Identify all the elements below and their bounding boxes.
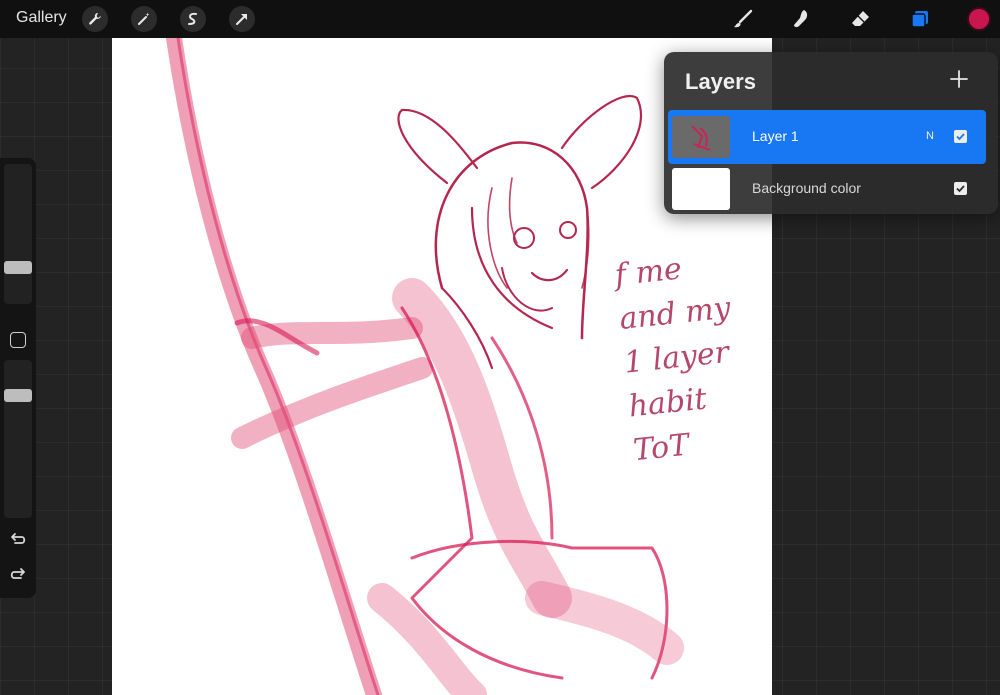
layer-row-layer-1[interactable]: Layer 1 N (668, 110, 986, 164)
layer-row-background-color[interactable]: Background color (668, 162, 986, 216)
smudge-icon (794, 10, 808, 28)
transform-button[interactable] (229, 6, 255, 32)
background-visibility-checkbox[interactable] (954, 182, 967, 195)
handwritten-note: f me and my 1 layer habit ToT (613, 251, 733, 469)
brush-size-thumb[interactable] (4, 261, 32, 274)
opacity-slider[interactable] (4, 360, 32, 518)
smudge-button[interactable] (788, 6, 814, 32)
magic-wand-icon (138, 12, 150, 25)
blend-mode-button[interactable]: N (926, 130, 934, 142)
top-toolbar: Gallery (0, 0, 1000, 38)
checkmark-icon (956, 185, 965, 193)
layer-name: Layer 1 (752, 128, 799, 144)
transform-arrow-icon (236, 14, 247, 25)
selection-button[interactable] (180, 6, 206, 32)
left-sidebar (0, 158, 36, 598)
opacity-thumb[interactable] (4, 389, 32, 402)
layer-name: Background color (752, 180, 861, 196)
brush-size-slider[interactable] (4, 164, 32, 304)
layers-button[interactable] (907, 6, 933, 32)
layers-panel-title: Layers (685, 69, 756, 94)
selection-icon (188, 12, 197, 25)
layer-thumbnail (672, 116, 730, 158)
layer-visibility-checkbox[interactable] (954, 130, 967, 143)
checkmark-icon (956, 133, 965, 141)
eraser-icon (852, 11, 869, 26)
color-picker-button[interactable] (967, 7, 991, 31)
undo-icon[interactable] (9, 530, 27, 548)
background-thumbnail (672, 168, 730, 210)
brush-button[interactable] (730, 6, 756, 32)
modify-button[interactable] (10, 332, 26, 348)
gallery-button[interactable]: Gallery (16, 9, 67, 27)
brush-icon (734, 9, 753, 28)
add-layer-icon[interactable] (946, 66, 972, 92)
adjustments-button[interactable] (131, 6, 157, 32)
wrench-icon (89, 12, 101, 25)
layers-icon (911, 11, 928, 28)
redo-icon[interactable] (9, 565, 27, 583)
eraser-button[interactable] (848, 6, 874, 32)
actions-button[interactable] (82, 6, 108, 32)
layers-panel: Layers Layer 1 N Background color (664, 52, 998, 214)
